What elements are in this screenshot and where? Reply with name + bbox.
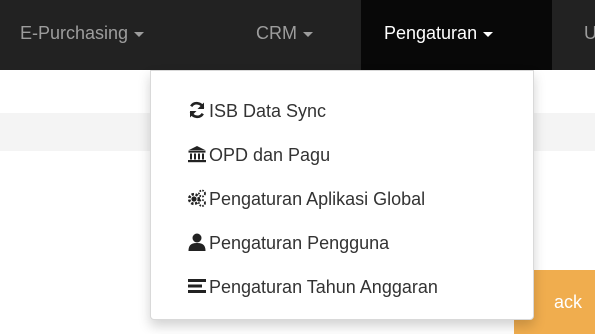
nav-item-label: Pengaturan bbox=[384, 23, 478, 43]
menu-item-pengaturan-tahun-anggaran[interactable]: Pengaturan Tahun Anggaran bbox=[187, 273, 438, 301]
list-icon bbox=[187, 276, 207, 296]
menu-item-pengaturan-pengguna[interactable]: Pengaturan Pengguna bbox=[187, 229, 389, 257]
nav-item-pengaturan[interactable]: Pengaturan bbox=[361, 0, 552, 70]
menu-item-label: OPD dan Pagu bbox=[209, 145, 331, 165]
caret-down-icon bbox=[134, 31, 145, 37]
back-button-label: ack bbox=[554, 292, 583, 312]
nav-item-label: CRM bbox=[256, 23, 297, 43]
menu-item-opd-dan-pagu[interactable]: OPD dan Pagu bbox=[187, 141, 330, 169]
cogs-icon bbox=[187, 188, 207, 208]
nav-item-crm[interactable]: CRM bbox=[256, 0, 313, 70]
pengaturan-dropdown-menu: ISB Data Sync OPD dan Pagu Pengaturan Ap… bbox=[150, 70, 534, 320]
nav-item-label: E-Purchasing bbox=[20, 23, 129, 43]
menu-item-isb-data-sync[interactable]: ISB Data Sync bbox=[187, 97, 326, 125]
nav-item-partial[interactable]: U bbox=[584, 0, 595, 70]
nav-item-e-purchasing[interactable]: E-Purchasing bbox=[20, 0, 145, 70]
top-navbar: E-Purchasing CRM Pengaturan U bbox=[0, 0, 595, 70]
user-icon bbox=[187, 232, 207, 252]
caret-down-icon bbox=[483, 31, 494, 37]
nav-item-label: U bbox=[584, 23, 595, 43]
institution-icon bbox=[187, 144, 207, 164]
menu-item-label: Pengaturan Tahun Anggaran bbox=[209, 277, 438, 297]
menu-item-label: ISB Data Sync bbox=[209, 101, 327, 121]
refresh-icon bbox=[187, 100, 207, 120]
caret-down-icon bbox=[303, 31, 313, 37]
menu-item-label: Pengaturan Aplikasi Global bbox=[209, 189, 426, 209]
menu-item-label: Pengaturan Pengguna bbox=[209, 233, 390, 253]
menu-item-pengaturan-aplikasi-global[interactable]: Pengaturan Aplikasi Global bbox=[187, 185, 425, 213]
